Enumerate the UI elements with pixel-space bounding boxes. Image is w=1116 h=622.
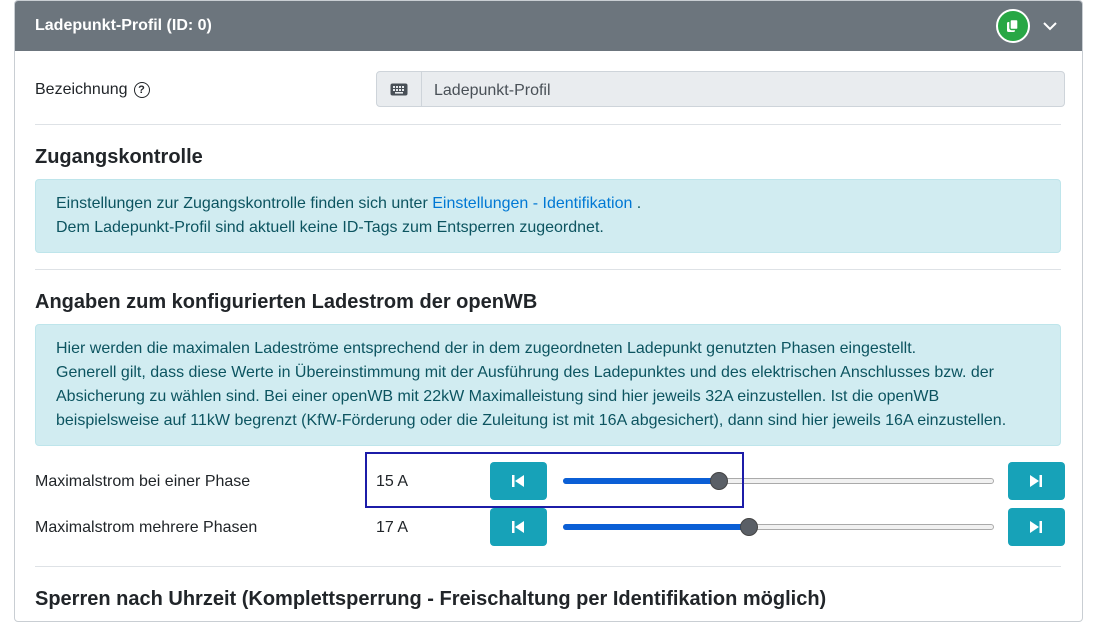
access-control-line1-text: Einstellungen zur Zugangskontrolle finde… xyxy=(56,195,433,212)
skip-forward-icon xyxy=(1030,475,1042,487)
charge-point-profile-card: Ladepunkt-Profil (ID: 0) Bezeichnung? La… xyxy=(14,0,1083,622)
divider xyxy=(35,124,1061,125)
designation-label-text: Bezeichnung xyxy=(35,81,128,98)
multi-phase-slider-thumb[interactable] xyxy=(740,518,759,536)
skip-back-icon xyxy=(512,521,524,533)
designation-label: Bezeichnung? xyxy=(35,81,150,99)
designation-input[interactable]: Ladepunkt-Profil xyxy=(434,82,551,100)
current-config-title: Angaben zum konfigurierten Ladestrom der… xyxy=(35,291,538,313)
divider xyxy=(35,566,1061,567)
input-prepend xyxy=(377,72,422,106)
multi-phase-increment-button[interactable] xyxy=(1008,508,1065,546)
card-title: Ladepunkt-Profil (ID: 0) xyxy=(35,17,212,34)
access-control-title: Zugangskontrolle xyxy=(35,146,203,168)
current-config-info-line: Generell gilt, dass diese Werte in Übere… xyxy=(56,364,994,381)
skip-forward-icon xyxy=(1030,521,1042,533)
multi-phase-value: 17 A xyxy=(376,519,409,536)
copy-button[interactable] xyxy=(996,9,1030,43)
chevron-down-icon[interactable] xyxy=(1042,18,1058,34)
current-config-info: Hier werden die maximalen Ladeströme ent… xyxy=(35,324,1061,446)
current-config-info-line: Hier werden die maximalen Ladeströme ent… xyxy=(56,340,917,357)
keyboard-icon xyxy=(390,83,408,96)
multi-phase-slider-fill xyxy=(563,524,749,530)
identification-settings-link[interactable]: Einstellungen - Identifikation xyxy=(432,195,632,212)
access-control-line1-suffix: . xyxy=(632,195,642,212)
help-icon[interactable]: ? xyxy=(133,82,150,98)
designation-field[interactable]: Ladepunkt-Profil xyxy=(376,71,1065,107)
card-header[interactable]: Ladepunkt-Profil (ID: 0) xyxy=(15,1,1082,51)
access-control-line1: Einstellungen zur Zugangskontrolle finde… xyxy=(56,192,1040,216)
page-scrollbar[interactable] xyxy=(1100,0,1116,604)
access-control-info: Einstellungen zur Zugangskontrolle finde… xyxy=(35,179,1061,253)
single-phase-label: Maximalstrom bei einer Phase xyxy=(35,473,251,490)
time-lock-title: Sperren nach Uhrzeit (Komplettsperrung -… xyxy=(35,588,827,610)
single-phase-increment-button[interactable] xyxy=(1008,462,1065,500)
access-control-line2: Dem Ladepunkt-Profil sind aktuell keine … xyxy=(56,219,604,236)
divider xyxy=(35,269,1061,270)
current-config-info-line: beispielsweise auf 11kW begrenzt (KfW-Fö… xyxy=(56,412,1007,429)
focus-highlight xyxy=(365,452,744,508)
copy-icon xyxy=(1007,19,1019,32)
multi-phase-label: Maximalstrom mehrere Phasen xyxy=(35,519,258,536)
multi-phase-decrement-button[interactable] xyxy=(490,508,547,546)
multi-phase-slider[interactable] xyxy=(563,518,994,536)
current-config-info-line: Absicherung zu wählen sind. Bei einer op… xyxy=(56,388,940,405)
